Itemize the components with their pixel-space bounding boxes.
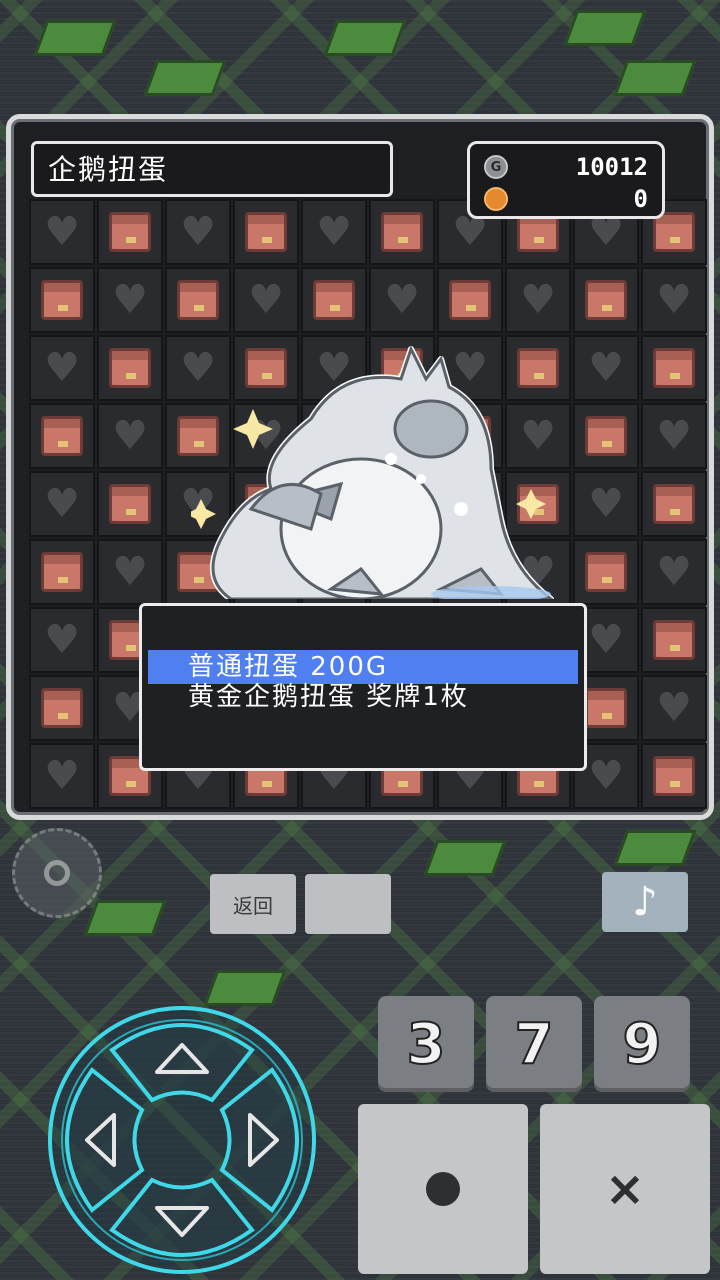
chest-icon: [573, 267, 639, 333]
back-button[interactable]: 返回: [210, 874, 296, 934]
menu-item-gold-gacha[interactable]: 黄金企鹅扭蛋 奖牌1枚: [148, 680, 578, 714]
chest-icon: [369, 199, 435, 265]
gold-row: G 10012: [484, 152, 648, 182]
cross-icon: ×: [604, 1161, 646, 1217]
chest-icon: [97, 199, 163, 265]
currency-box: G 10012 0: [467, 141, 665, 219]
map-tile: [83, 900, 167, 936]
heart-icon: [641, 267, 707, 333]
heart-icon: [301, 199, 367, 265]
medal-amount: 0: [633, 185, 648, 213]
music-note-icon: ♪: [632, 879, 658, 925]
settings-gear-button[interactable]: [12, 828, 102, 918]
map-tile: [323, 20, 407, 56]
medal-row: 0: [484, 184, 648, 214]
heart-icon: [29, 335, 95, 401]
gacha-panel: 企鹅扭蛋 G 10012 0: [6, 114, 714, 820]
gear-coin-icon: G: [484, 155, 508, 179]
heart-icon: [97, 539, 163, 605]
map-tile: [143, 60, 227, 96]
gear-icon: [44, 860, 70, 886]
music-button[interactable]: ♪: [602, 872, 688, 932]
heart-icon: [97, 403, 163, 469]
map-tile: [423, 840, 507, 876]
heart-icon: [165, 199, 231, 265]
medal-coin-icon: [484, 187, 508, 211]
heart-icon: [29, 607, 95, 673]
heart-icon: [641, 403, 707, 469]
chest-icon: [641, 471, 707, 537]
chest-icon: [29, 267, 95, 333]
button-3[interactable]: 3: [378, 996, 474, 1092]
chest-icon: [573, 539, 639, 605]
chest-icon: [29, 539, 95, 605]
heart-icon: [29, 471, 95, 537]
chest-icon: [29, 403, 95, 469]
circle-icon: [426, 1172, 460, 1206]
menu-item-normal-gacha[interactable]: 普通扭蛋 200G: [148, 650, 578, 684]
map-tile: [563, 10, 647, 46]
heart-icon: [97, 267, 163, 333]
heart-icon: [641, 539, 707, 605]
cancel-cross-button[interactable]: ×: [540, 1104, 710, 1274]
map-tile: [613, 830, 697, 866]
dpad: [48, 1006, 316, 1274]
button-7[interactable]: 7: [486, 996, 582, 1092]
heart-icon: [573, 335, 639, 401]
panel-title: 企鹅扭蛋: [31, 141, 393, 197]
heart-icon: [29, 743, 95, 809]
map-tile: [613, 60, 697, 96]
confirm-circle-button[interactable]: [358, 1104, 528, 1274]
penguin-character: [191, 345, 554, 599]
heart-icon: [29, 199, 95, 265]
chest-icon: [233, 199, 299, 265]
chest-icon: [573, 403, 639, 469]
chest-icon: [97, 335, 163, 401]
button-9[interactable]: 9: [594, 996, 690, 1092]
heart-icon: [573, 471, 639, 537]
chest-icon: [97, 471, 163, 537]
chest-icon: [641, 743, 707, 809]
chest-icon: [641, 335, 707, 401]
blank-button[interactable]: [305, 874, 391, 934]
chest-icon: [641, 607, 707, 673]
map-tile: [33, 20, 117, 56]
gacha-menu: 普通扭蛋 200G 黄金企鹅扭蛋 奖牌1枚: [139, 603, 587, 771]
chest-icon: [29, 675, 95, 741]
heart-icon: [641, 675, 707, 741]
gold-amount: 10012: [575, 153, 648, 181]
